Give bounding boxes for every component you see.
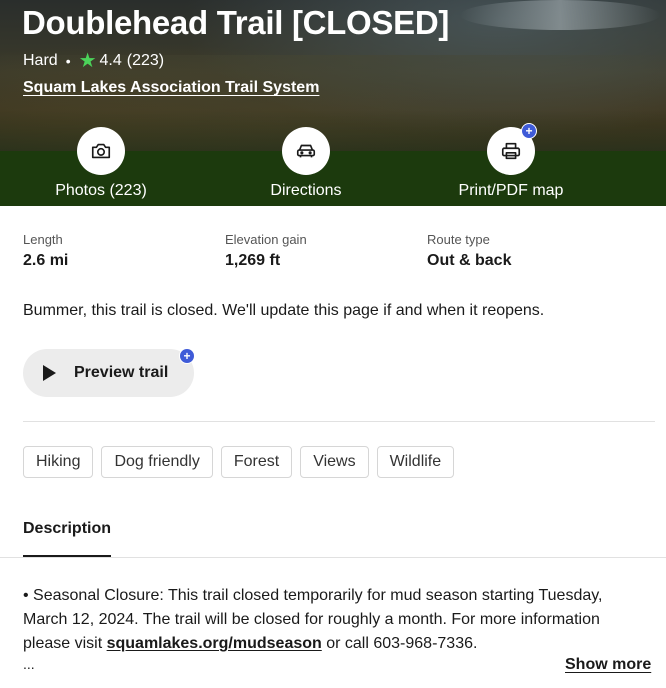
stat-elevation: Elevation gain 1,269 ft bbox=[225, 232, 307, 270]
car-icon bbox=[296, 144, 316, 158]
mud-season-link[interactable]: squamlakes.org/mudseason bbox=[107, 635, 322, 652]
preview-trail-label: Preview trail bbox=[74, 364, 169, 381]
stat-elevation-label: Elevation gain bbox=[225, 232, 307, 247]
directions-button[interactable]: Directions bbox=[211, 127, 401, 200]
hero-lake bbox=[460, 0, 660, 30]
tab-description[interactable]: Description bbox=[23, 520, 111, 538]
show-more-link[interactable]: Show more bbox=[565, 656, 651, 674]
preview-trail-button[interactable]: Preview trail bbox=[23, 349, 194, 397]
photos-icon-circle[interactable] bbox=[77, 127, 125, 175]
stat-route-type-value: Out & back bbox=[427, 252, 512, 269]
stat-elevation-value: 1,269 ft bbox=[225, 252, 281, 269]
trail-title: Doublehead Trail [CLOSED] bbox=[22, 4, 450, 41]
print-icon-circle[interactable]: + bbox=[487, 123, 537, 175]
printer-icon bbox=[501, 142, 521, 160]
stat-route-type: Route type Out & back bbox=[427, 232, 511, 270]
directions-label: Directions bbox=[270, 182, 342, 199]
description-ellipsis: ... bbox=[23, 656, 35, 672]
tag-wildlife[interactable]: Wildlife bbox=[376, 446, 455, 478]
closed-message: Bummer, this trail is closed. We'll upda… bbox=[23, 302, 545, 319]
review-count[interactable]: (223) bbox=[127, 52, 164, 70]
photos-label: Photos (223) bbox=[55, 182, 147, 199]
meta-separator: • bbox=[65, 53, 71, 69]
description-tail: or call 603-968-7336. bbox=[321, 635, 478, 652]
tab-divider bbox=[0, 557, 666, 558]
photos-button[interactable]: Photos (223) bbox=[6, 127, 196, 200]
trail-tags: Hiking Dog friendly Forest Views Wildlif… bbox=[23, 446, 462, 478]
tag-forest[interactable]: Forest bbox=[220, 446, 293, 478]
tag-dog-friendly[interactable]: Dog friendly bbox=[101, 446, 213, 478]
tag-hiking[interactable]: Hiking bbox=[23, 446, 94, 478]
tag-views[interactable]: Views bbox=[300, 446, 369, 478]
print-map-label: Print/PDF map bbox=[458, 182, 564, 199]
description-text: • Seasonal Closure: This trail closed te… bbox=[23, 584, 648, 656]
preview-premium-badge: + bbox=[179, 348, 195, 364]
difficulty-label: Hard bbox=[23, 52, 58, 69]
stat-length-label: Length bbox=[23, 232, 63, 247]
play-icon bbox=[43, 365, 56, 381]
camera-icon bbox=[91, 143, 111, 159]
rating-value: 4.4 bbox=[99, 52, 122, 69]
trail-meta: Hard • ★ 4.4 (223) bbox=[23, 51, 164, 71]
directions-icon-circle[interactable] bbox=[282, 127, 330, 175]
divider bbox=[23, 421, 655, 422]
park-link[interactable]: Squam Lakes Association Trail System bbox=[23, 79, 319, 97]
premium-plus-badge: + bbox=[521, 123, 537, 139]
stat-length-value: 2.6 mi bbox=[23, 252, 69, 269]
stat-route-type-label: Route type bbox=[427, 232, 490, 247]
print-map-button[interactable]: + Print/PDF map bbox=[416, 123, 606, 200]
stat-length: Length 2.6 mi bbox=[23, 232, 68, 270]
star-icon: ★ bbox=[78, 50, 97, 72]
